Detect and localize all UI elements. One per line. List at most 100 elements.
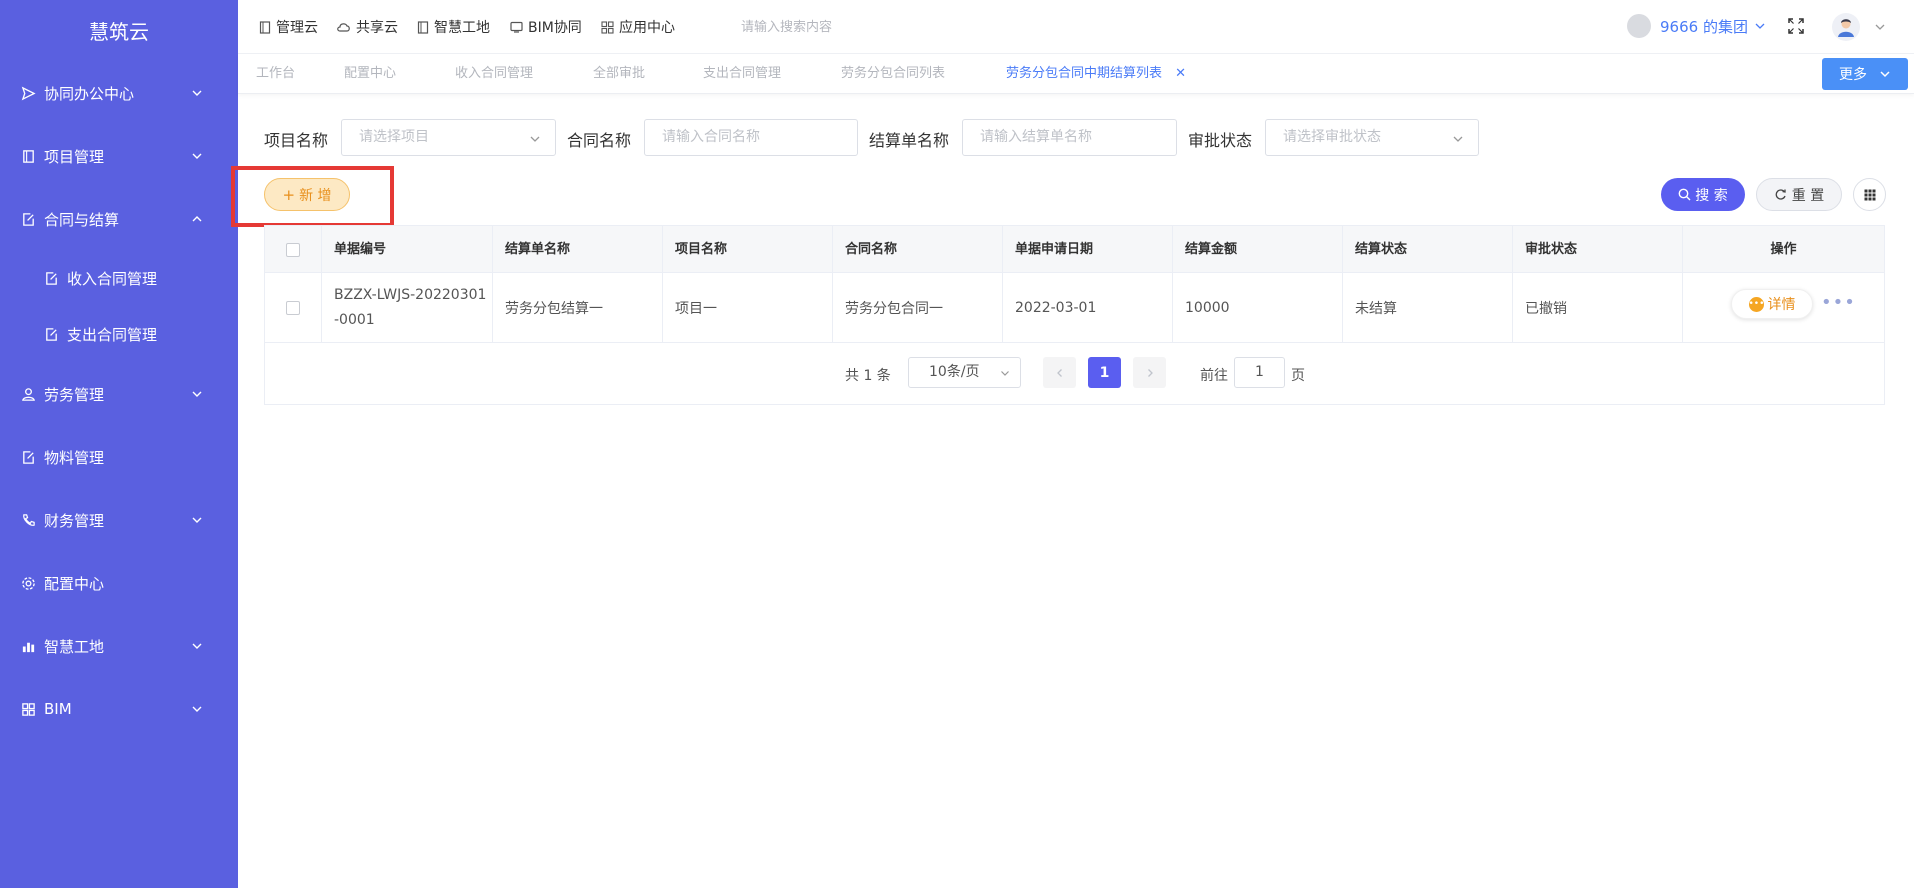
phone-icon [20,512,36,528]
monitor-icon [510,21,523,33]
chevron-down-icon [192,90,202,96]
chevron-up-icon [192,216,202,222]
detail-button[interactable]: ••• 详情 [1731,289,1813,319]
header-actions: 操作 [1770,242,1797,257]
header-project-name: 项目名称 [663,226,833,273]
topnav-smart-site[interactable]: 智慧工地 [417,0,490,54]
chevron-down-icon [1880,71,1890,78]
next-page-button[interactable] [1133,357,1166,388]
page-suffix: 页 [1291,368,1305,384]
tab-income-contract[interactable]: 收入合同管理 [455,54,533,94]
doc-code-line1: BZZX-LWJS-20220301 [334,287,487,303]
filter-label-settlement: 结算单名称 [869,131,950,150]
close-icon[interactable]: ✕ [1175,66,1186,81]
topnav-app-center[interactable]: 应用中心 [601,0,675,54]
topnav-label: 管理云 [276,20,318,36]
column-settings-button[interactable] [1853,178,1886,211]
filter-label-project: 项目名称 [264,131,329,150]
user-avatar[interactable] [1832,13,1860,41]
sidebar: 慧筑云 协同办公中心 项目管理 合同与结算 收入合同管理 支出合同管理 劳务管理… [0,0,238,888]
settlement-input-placeholder: 请输入结算单名称 [980,129,1092,145]
worker-icon [20,386,36,402]
global-search-input[interactable]: 请输入搜索内容 [741,16,832,35]
grid-icon [601,20,614,34]
select-all-checkbox[interactable] [286,242,300,257]
avatar-icon [1838,19,1854,37]
sidebar-item-labor-mgmt[interactable]: 劳务管理 [0,374,238,414]
sidebar-item-income-contract[interactable]: 收入合同管理 [0,258,238,298]
header-contract-name: 合同名称 [833,226,1003,273]
sidebar-item-smart-site[interactable]: 智慧工地 [0,626,238,666]
detail-label: 详情 [1767,297,1796,313]
chevron-down-icon [1755,23,1765,29]
chevron-down-icon [192,153,202,159]
approval-status-select[interactable]: 请选择审批状态 [1265,119,1479,156]
document-icon [417,20,429,34]
topnav-shared-cloud[interactable]: 共享云 [337,0,398,54]
contract-input-placeholder: 请输入合同名称 [662,129,760,145]
table-header: 单据编号 结算单名称 项目名称 合同名称 单据申请日期 结算金额 结算状态 审批… [265,226,1884,273]
sidebar-item-config-center[interactable]: 配置中心 [0,563,238,603]
sidebar-item-bim[interactable]: BIM [0,689,238,729]
tab-config-center[interactable]: 配置中心 [344,54,396,94]
sidebar-item-contract-settlement[interactable]: 合同与结算 [0,199,238,239]
search-label: 搜 索 [1695,187,1728,204]
header-approval-status: 审批状态 [1513,226,1683,273]
sidebar-item-label: 协同办公中心 [44,84,135,103]
row-checkbox[interactable] [286,301,300,315]
edit-doc-icon [20,449,36,465]
sidebar-item-label: 劳务管理 [44,385,105,404]
search-icon [1678,188,1691,201]
sidebar-item-label: 支出合同管理 [67,325,158,344]
edit-doc-icon [43,270,59,286]
book-icon [20,148,36,164]
chevron-down-icon[interactable] [1874,21,1886,33]
highlight-box [231,166,394,227]
grid-icon [1864,189,1875,200]
org-switcher[interactable]: 9666 的集团 [1627,14,1766,38]
sidebar-item-material-mgmt[interactable]: 物料管理 [0,437,238,477]
sidebar-item-finance-mgmt[interactable]: 财务管理 [0,500,238,540]
header-amount: 结算金额 [1173,226,1343,273]
chevron-down-icon [192,643,202,649]
tab-label: 劳务分包合同中期结算列表 [1006,66,1163,81]
tab-expense-contract[interactable]: 支出合同管理 [703,54,781,94]
sidebar-item-project-mgmt[interactable]: 项目管理 [0,136,238,176]
app-logo: 慧筑云 [89,20,149,44]
reset-label: 重 置 [1791,187,1825,204]
sidebar-item-label: 物料管理 [44,448,105,467]
contract-name-input[interactable]: 请输入合同名称 [644,119,858,156]
settlement-name-input[interactable]: 请输入结算单名称 [962,119,1177,156]
search-button[interactable]: 搜 索 [1661,178,1745,211]
reset-button[interactable]: 重 置 [1756,178,1842,211]
goto-page-input[interactable]: 1 [1234,357,1285,388]
more-label: 更多 [1839,67,1867,83]
topnav-management-cloud[interactable]: 管理云 [259,0,318,54]
project-select[interactable]: 请选择项目 [341,119,556,156]
refresh-icon [1775,189,1786,200]
tab-labor-interim-settlement[interactable]: 劳务分包合同中期结算列表 ✕ [1006,54,1186,94]
page-number-current[interactable]: 1 [1088,357,1121,388]
sidebar-item-label: 配置中心 [44,574,105,593]
bar-chart-icon [20,638,36,654]
sidebar-item-label: 智慧工地 [44,637,105,656]
cell-apply-date: 2022-03-01 [1003,273,1173,343]
more-button[interactable]: 更多 [1822,58,1908,90]
topnav-bim-collab[interactable]: BIM协同 [510,0,582,54]
tab-workbench[interactable]: 工作台 [256,54,295,94]
topnav-label: BIM协同 [528,20,582,36]
page-size-select[interactable]: 10条/页 [908,357,1021,388]
fullscreen-icon[interactable] [1787,17,1805,35]
row-more-icon[interactable]: ••• [1821,294,1856,312]
chevron-down-icon [192,517,202,523]
prev-page-button[interactable] [1043,357,1076,388]
sidebar-item-collab-office[interactable]: 协同办公中心 [0,73,238,113]
header-apply-date: 单据申请日期 [1003,226,1173,273]
tab-all-approvals[interactable]: 全部审批 [593,54,645,94]
doc-code-line2: -0001 [334,312,375,328]
tab-labor-subcontract-list[interactable]: 劳务分包合同列表 [841,54,945,94]
org-name: 9666 的集团 [1660,17,1748,36]
sidebar-item-label: BIM [44,700,72,718]
header-doc-code: 单据编号 [322,226,493,273]
sidebar-item-expense-contract[interactable]: 支出合同管理 [0,314,238,354]
